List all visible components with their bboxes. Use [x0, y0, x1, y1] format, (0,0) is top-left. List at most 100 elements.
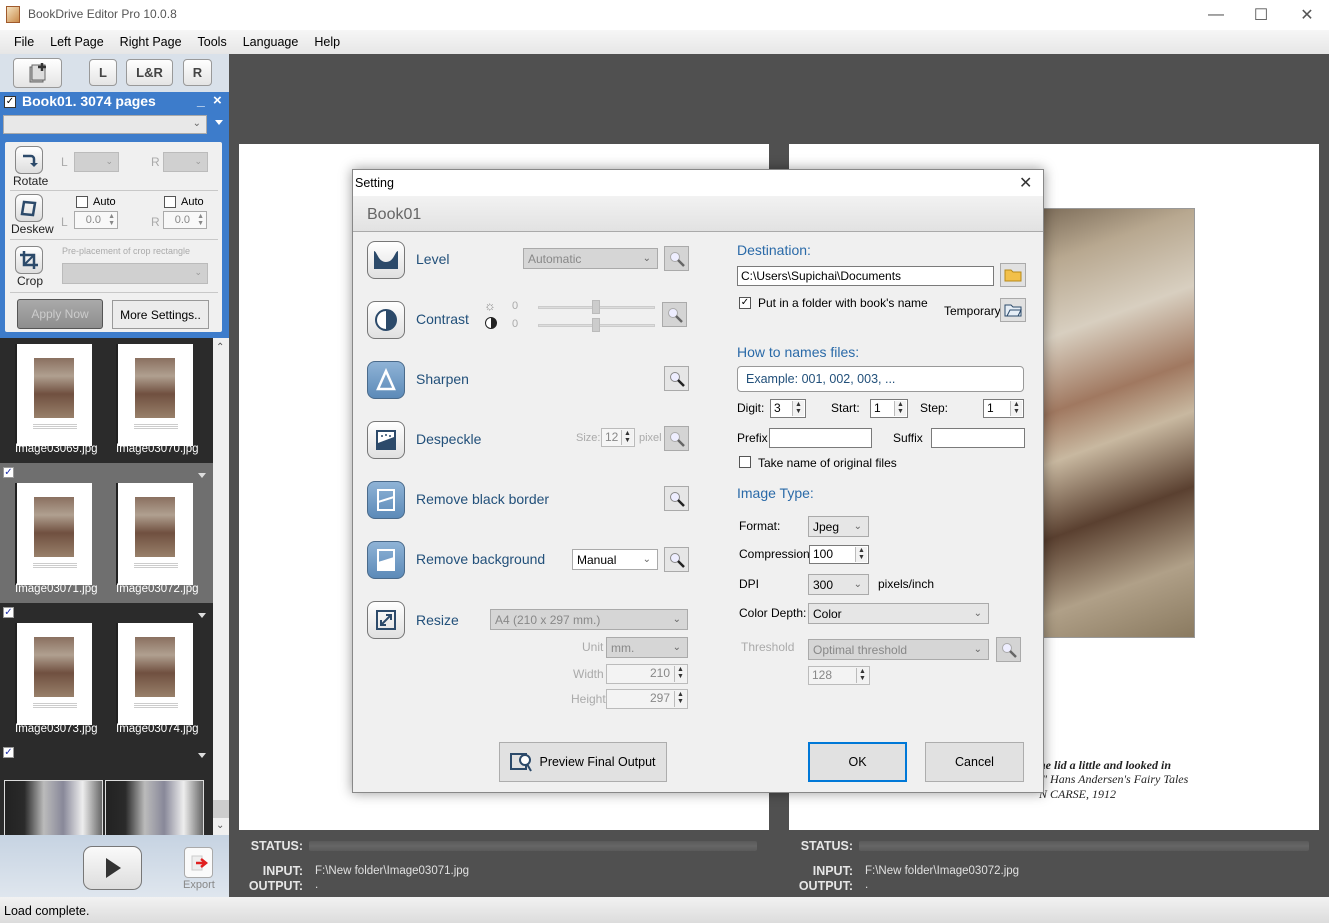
contrast-slider-thumb[interactable]: [592, 318, 600, 332]
color-depth-dropdown[interactable]: Color ⌄: [808, 603, 989, 624]
scroll-thumb[interactable]: [213, 800, 229, 818]
window-title: BookDrive Editor Pro 10.0.8: [28, 7, 177, 21]
scroll-up-icon[interactable]: ⌃: [216, 342, 224, 353]
threshold-preview-button[interactable]: [996, 637, 1021, 662]
prefix-input[interactable]: [769, 428, 872, 448]
more-settings-button[interactable]: More Settings..: [112, 300, 209, 329]
thumbnail-group[interactable]: Image03069.jpg Image03070.jpg: [0, 338, 213, 463]
remove-background-dropdown[interactable]: Manual ⌄: [572, 549, 658, 570]
deskew-right-spinner[interactable]: 0.0 ▲ ▼: [163, 211, 207, 229]
menu-left-page[interactable]: Left Page: [42, 35, 112, 49]
book-menu-arrow-icon[interactable]: [215, 120, 223, 125]
thumbnail-group[interactable]: ✓ Image03073.jpg Image03074.jpg: [0, 603, 213, 743]
contrast-button[interactable]: [367, 301, 405, 339]
resize-unit-dropdown[interactable]: mm. ⌄: [606, 637, 688, 658]
thumbnail-right[interactable]: [116, 344, 193, 446]
remove-black-border-button[interactable]: [367, 481, 405, 519]
book-checkbox[interactable]: ✓: [4, 96, 16, 108]
despeckle-button[interactable]: [367, 421, 405, 459]
digit-spinner[interactable]: 3 ▲ ▼: [770, 399, 806, 418]
crop-button[interactable]: [15, 246, 43, 274]
menu-tools[interactable]: Tools: [190, 35, 235, 49]
menu-language[interactable]: Language: [235, 35, 307, 49]
status-text: Load complete.: [4, 904, 90, 918]
thumbnail-photo-left[interactable]: [4, 780, 103, 835]
thumbnail-photo-right[interactable]: [105, 780, 204, 835]
step-spinner[interactable]: 1 ▲ ▼: [983, 399, 1024, 418]
remove-background-button[interactable]: [367, 541, 405, 579]
dpi-dropdown[interactable]: 300 ⌄: [808, 574, 869, 595]
sharpen-button[interactable]: [367, 361, 405, 399]
maximize-button[interactable]: ☐: [1238, 0, 1284, 30]
thumbnail-scrollbar[interactable]: ⌃ ⌄: [213, 338, 229, 835]
group-menu-arrow-icon[interactable]: [198, 753, 206, 758]
put-in-folder-checkbox[interactable]: ✓: [739, 297, 751, 309]
book-minimize-button[interactable]: _: [197, 92, 205, 108]
resize-height-spinner[interactable]: 297 ▲ ▼: [606, 689, 688, 709]
level-preview-button[interactable]: [664, 246, 689, 271]
deskew-auto-left-checkbox[interactable]: [76, 196, 88, 208]
deskew-button[interactable]: [15, 194, 43, 222]
rotate-right-dropdown[interactable]: ⌄: [163, 152, 208, 172]
add-book-button[interactable]: [13, 58, 62, 88]
dialog-close-button[interactable]: ✕: [1019, 173, 1032, 193]
menu-help[interactable]: Help: [306, 35, 348, 49]
suffix-input[interactable]: [931, 428, 1025, 448]
play-button[interactable]: [83, 846, 142, 890]
deskew-left-spinner[interactable]: 0.0 ▲ ▼: [74, 211, 118, 229]
thumbnail-group-selected[interactable]: ✓ Image03071.jpg Image03072.jpg: [0, 463, 213, 603]
export-button[interactable]: [184, 847, 213, 878]
contrast-preview-button[interactable]: [662, 302, 687, 327]
left-page-button[interactable]: L: [89, 59, 117, 86]
ok-button[interactable]: OK: [808, 742, 907, 782]
rotate-left-label: L: [61, 155, 68, 169]
close-button[interactable]: ✕: [1284, 0, 1329, 30]
resize-preset-dropdown[interactable]: A4 (210 x 297 mm.) ⌄: [490, 609, 688, 630]
sharpen-preview-button[interactable]: [664, 366, 689, 391]
thumbnail-left[interactable]: [15, 483, 92, 585]
book-dropdown[interactable]: ⌄: [3, 115, 207, 134]
rotate-button[interactable]: [15, 146, 43, 174]
despeckle-preview-button[interactable]: [664, 426, 689, 451]
cancel-button[interactable]: Cancel: [925, 742, 1024, 782]
temporary-folder-button[interactable]: [1000, 298, 1026, 322]
remove-black-border-preview-button[interactable]: [664, 486, 689, 511]
book-close-button[interactable]: ×: [213, 92, 222, 109]
brightness-slider-thumb[interactable]: [592, 300, 600, 314]
thumbnail-right[interactable]: [116, 483, 193, 585]
group-checkbox[interactable]: ✓: [3, 607, 14, 618]
threshold-spinner[interactable]: 128 ▲ ▼: [808, 666, 870, 685]
resize-button[interactable]: [367, 601, 405, 639]
resize-width-spinner[interactable]: 210 ▲ ▼: [606, 664, 688, 684]
despeckle-size-spinner[interactable]: 12 ▲ ▼: [601, 428, 635, 447]
level-dropdown[interactable]: Automatic ⌄: [523, 248, 658, 269]
take-original-name-checkbox[interactable]: [739, 456, 751, 468]
format-dropdown[interactable]: Jpeg ⌄: [808, 516, 869, 537]
start-spinner[interactable]: 1 ▲ ▼: [870, 399, 908, 418]
remove-background-preview-button[interactable]: [664, 547, 689, 572]
group-menu-arrow-icon[interactable]: [198, 473, 206, 478]
group-menu-arrow-icon[interactable]: [198, 613, 206, 618]
destination-path-input[interactable]: C:\Users\Supichai\Documents: [737, 266, 994, 286]
minimize-button[interactable]: —: [1193, 0, 1239, 30]
thumbnail-group[interactable]: ✓: [0, 743, 213, 835]
destination-browse-button[interactable]: [1000, 263, 1026, 287]
threshold-mode-dropdown[interactable]: Optimal threshold ⌄: [808, 639, 989, 660]
thumbnail-right[interactable]: [116, 623, 193, 725]
group-checkbox[interactable]: ✓: [3, 467, 14, 478]
thumbnail-left[interactable]: [15, 344, 92, 446]
menu-right-page[interactable]: Right Page: [112, 35, 190, 49]
apply-now-button[interactable]: Apply Now: [17, 299, 103, 329]
right-page-button[interactable]: R: [183, 59, 212, 86]
both-pages-button[interactable]: L&R: [126, 59, 173, 86]
rotate-left-dropdown[interactable]: ⌄: [74, 152, 119, 172]
preview-final-output-button[interactable]: Preview Final Output: [499, 742, 667, 782]
thumbnail-left[interactable]: [15, 623, 92, 725]
group-checkbox[interactable]: ✓: [3, 747, 14, 758]
compression-spinner[interactable]: 100 ▲ ▼: [809, 545, 869, 564]
crop-preset-dropdown[interactable]: ⌄: [62, 263, 208, 284]
deskew-auto-right-checkbox[interactable]: [164, 196, 176, 208]
menu-file[interactable]: File: [6, 35, 42, 49]
scroll-down-icon[interactable]: ⌄: [216, 820, 224, 831]
level-button[interactable]: [367, 241, 405, 279]
